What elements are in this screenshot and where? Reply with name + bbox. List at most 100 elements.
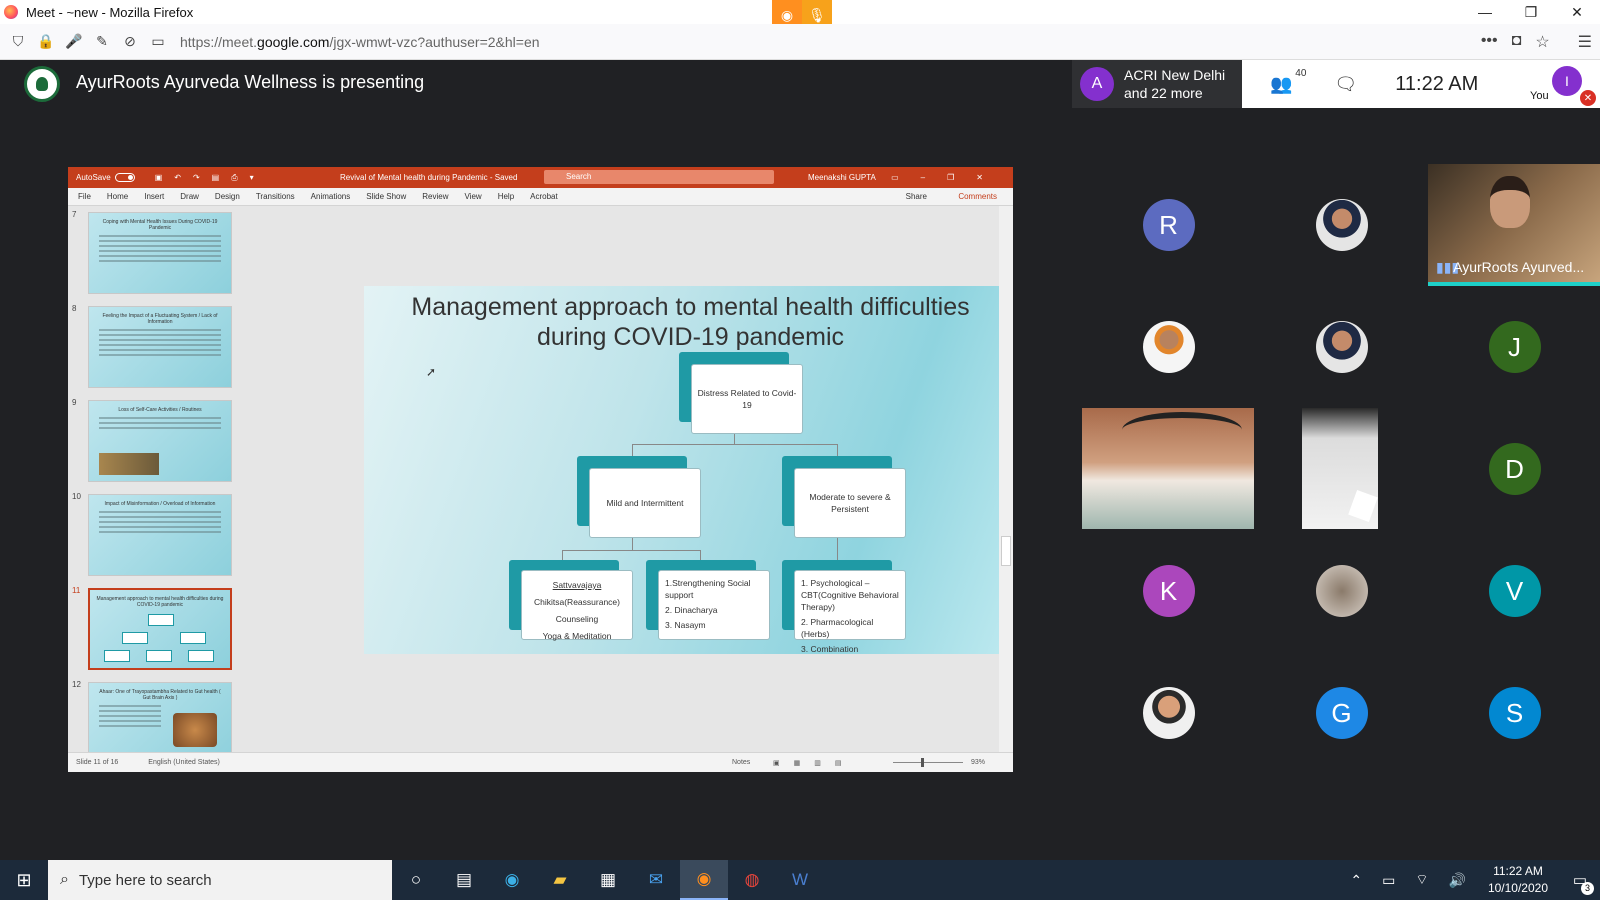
url-bar[interactable]: https://meet.google.com/jgx-wmwt-vzc?aut…: [180, 34, 540, 50]
wifi-icon[interactable]: ⌔: [1415, 871, 1428, 889]
quick-access-icons[interactable]: ▣↶↷▤⎙▾: [155, 173, 266, 183]
notification-center-icon[interactable]: ▭ 3: [1560, 871, 1600, 895]
minimize-button[interactable]: —: [1462, 0, 1508, 24]
chrome-icon[interactable]: ◍: [728, 860, 776, 900]
share-button[interactable]: Share: [906, 192, 927, 201]
people-summary[interactable]: A ACRI New Delhi and 22 more: [1072, 60, 1242, 108]
thumb-number: 12: [72, 680, 81, 689]
participant-tile[interactable]: R: [1082, 164, 1255, 286]
tab-animations[interactable]: Animations: [311, 192, 351, 201]
mail-icon[interactable]: ✉: [632, 860, 680, 900]
participant-avatar: K: [1142, 565, 1195, 617]
chevron-up-icon[interactable]: ⌃: [1350, 872, 1362, 889]
slide-thumbnail[interactable]: Loss of Self-Care Activities / Routines: [88, 400, 232, 482]
task-view-icon[interactable]: ▤: [440, 860, 488, 900]
microphone-permission-icon[interactable]: 🎤: [64, 33, 84, 50]
bookmark-star-icon[interactable]: ☆: [1535, 32, 1549, 52]
node-mild[interactable]: Mild and Intermittent: [589, 468, 701, 538]
participant-tile[interactable]: S: [1428, 652, 1600, 774]
firefox-taskbar-icon[interactable]: ◉: [680, 860, 728, 900]
tab-design[interactable]: Design: [215, 192, 240, 201]
participant-tile[interactable]: J: [1428, 286, 1600, 408]
slide-thumbnail[interactable]: Impact of Misinformation / Overload of I…: [88, 494, 232, 576]
slide-thumbnail[interactable]: Coping with Mental Health Issues During …: [88, 212, 232, 294]
file-explorer-icon[interactable]: ▰: [536, 860, 584, 900]
node-root[interactable]: Distress Related to Covid-19: [691, 364, 803, 434]
tab-slide-show[interactable]: Slide Show: [366, 192, 406, 201]
comments-button[interactable]: Comments: [958, 192, 997, 201]
hamburger-menu-icon[interactable]: ☰: [1578, 32, 1592, 52]
node-leaf-sattvavajaya[interactable]: Sattvavajaya Chikitsa(Reassurance) Couns…: [521, 570, 633, 641]
language-status[interactable]: English (United States): [148, 759, 220, 766]
active-speaker-tile[interactable]: ▮▮▮ AyurRoots Ayurved...: [1428, 164, 1600, 286]
taskbar-clock[interactable]: 11:22 AM 10/10/2020: [1488, 863, 1548, 897]
participant-tile[interactable]: V: [1428, 530, 1600, 652]
view-buttons[interactable]: ▣▦▥▤: [773, 759, 855, 767]
battery-icon[interactable]: ▭: [1382, 872, 1395, 889]
slide-scrollbar[interactable]: [999, 206, 1013, 752]
slide-editor[interactable]: Management approach to mental health dif…: [246, 206, 1013, 752]
chat-button[interactable]: 🗨: [1334, 74, 1357, 95]
tab-home[interactable]: Home: [107, 192, 128, 201]
participant-video-tile[interactable]: [1302, 408, 1378, 529]
slide-thumbnail[interactable]: Feeling the Impact of a Fluctuating Syst…: [88, 306, 232, 388]
ppt-window-controls[interactable]: ▭–❐✕: [891, 173, 1005, 182]
participant-video-tile[interactable]: [1082, 408, 1254, 529]
store-icon[interactable]: ▦: [584, 860, 632, 900]
tracking-shield-icon[interactable]: ⛉: [8, 33, 28, 50]
volume-icon[interactable]: 🔊: [1449, 872, 1466, 889]
current-slide[interactable]: Management approach to mental health dif…: [364, 286, 1013, 654]
slide-title-line2: during COVID-19 pandemic: [536, 323, 845, 351]
people-avatar: A: [1080, 67, 1114, 101]
url-path: /jgx-wmwt-vzc?authuser=2&hl=en: [329, 33, 540, 50]
node-moderate[interactable]: Moderate to severe & Persistent: [794, 468, 906, 538]
participant-tile[interactable]: G: [1255, 652, 1428, 774]
tab-file[interactable]: File: [78, 192, 91, 201]
taskbar-search-box[interactable]: ⌕ Type here to search: [48, 860, 392, 900]
autoplay-icon[interactable]: ⊘: [120, 33, 140, 50]
document-title: Revival of Mental health during Pandemic…: [340, 173, 518, 182]
slide-thumbnail[interactable]: Ahaar: One of Trayopastambha Related to …: [88, 682, 232, 752]
tab-view[interactable]: View: [465, 192, 482, 201]
node-leaf-psychological[interactable]: 1. Psychological – CBT(Cognitive Behavio…: [794, 570, 906, 654]
tab-acrobat[interactable]: Acrobat: [530, 192, 558, 201]
participant-tile[interactable]: [1082, 286, 1255, 408]
tab-help[interactable]: Help: [498, 192, 514, 201]
cortana-icon[interactable]: ○: [392, 860, 440, 900]
node-leaf-social[interactable]: 1.Strengthening Social support 2. Dinach…: [658, 570, 770, 640]
thumb-number: 7: [72, 210, 77, 219]
maximize-button[interactable]: ❐: [1508, 0, 1554, 24]
more-actions-icon[interactable]: •••: [1481, 32, 1498, 52]
tab-transitions[interactable]: Transitions: [256, 192, 295, 201]
zoom-slider[interactable]: [893, 758, 963, 767]
pocket-icon[interactable]: ◘: [1512, 32, 1522, 52]
start-button[interactable]: ⊞: [0, 860, 48, 900]
ppt-search-input[interactable]: Search: [544, 170, 774, 184]
self-view[interactable]: I You: [1530, 66, 1582, 102]
screen-share-icon[interactable]: ▭: [148, 33, 168, 50]
edge-icon[interactable]: ◉: [488, 860, 536, 900]
participant-photo: [1315, 321, 1368, 373]
camera-blocked-icon[interactable]: ✎: [92, 33, 112, 50]
zoom-level[interactable]: 93%: [971, 759, 985, 766]
tab-insert[interactable]: Insert: [144, 192, 164, 201]
autosave-toggle[interactable]: [114, 173, 135, 182]
participant-tile[interactable]: D: [1428, 408, 1600, 530]
lock-icon[interactable]: 🔒: [36, 33, 56, 50]
participant-tile[interactable]: K: [1082, 530, 1255, 652]
thumbnail-title: Impact of Misinformation / Overload of I…: [104, 501, 216, 507]
participants-button[interactable]: 👥 40: [1270, 68, 1306, 95]
participant-tile[interactable]: [1255, 530, 1428, 652]
word-icon[interactable]: W: [776, 860, 824, 900]
close-window-button[interactable]: ✕: [1554, 0, 1600, 24]
participant-tile[interactable]: [1255, 164, 1428, 286]
meeting-clock: 11:22 AM: [1395, 72, 1479, 95]
tab-draw[interactable]: Draw: [180, 192, 199, 201]
notes-button[interactable]: Notes: [732, 759, 750, 766]
autosave-label: AutoSave: [76, 173, 111, 182]
participant-tile[interactable]: [1255, 286, 1428, 408]
participant-tile[interactable]: [1082, 652, 1255, 774]
slide-thumbnail-active[interactable]: Management approach to mental health dif…: [88, 588, 232, 670]
tab-review[interactable]: Review: [422, 192, 448, 201]
leaf3-item: 2. Pharmacological (Herbs): [801, 617, 874, 639]
